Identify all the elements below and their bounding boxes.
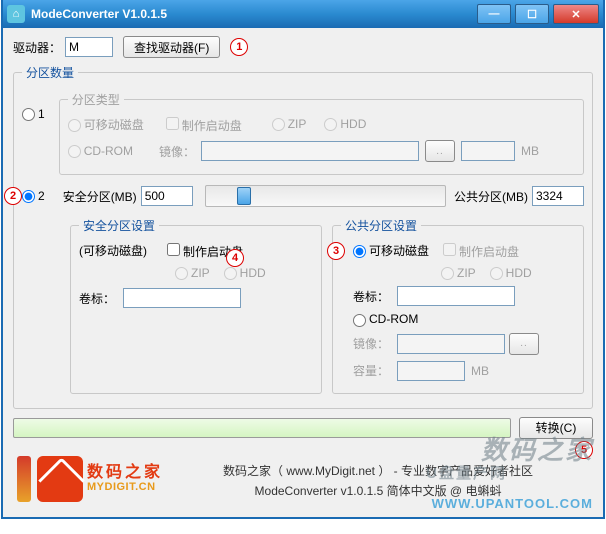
marker-2: 2: [4, 187, 22, 205]
driver-label: 驱动器：: [13, 39, 61, 56]
safe-removable-note: (可移动磁盘): [79, 242, 147, 259]
close-button[interactable]: ✕: [553, 4, 599, 24]
image-label: 镜像：: [159, 143, 195, 160]
pub-image-input: [397, 334, 505, 354]
pub-mb-label: MB: [471, 364, 489, 378]
marker-4: 4: [226, 249, 244, 267]
partition-count-legend: 分区数量: [22, 64, 78, 81]
safe-partition-settings: 安全分区设置 (可移动磁盘) 制作启动盘 ZIP HDD 卷标：: [70, 217, 322, 394]
radio-cdrom: CD-ROM: [68, 144, 133, 158]
safe-settings-legend: 安全分区设置: [79, 217, 159, 234]
window-title: ModeConverter V1.0.1.5: [31, 7, 477, 21]
public-partition-settings: 公共分区设置 3 可移动磁盘 制作启动盘 ZIP HDD 卷标：: [332, 217, 584, 394]
pub-hdd-radio: HDD: [490, 266, 532, 280]
marker-1: 1: [230, 38, 248, 56]
radio-zip: ZIP: [272, 117, 307, 131]
footer: 数码之家 MYDIGIT.CN 数码之家（ www.MyDigit.net ） …: [13, 445, 593, 511]
radio-1-partition[interactable]: 1: [22, 107, 45, 121]
pub-volume-input[interactable]: [397, 286, 515, 306]
pub-browse-button: ..: [509, 333, 539, 355]
credit-line-2: ModeConverter v1.0.1.5 简体中文版 @ 电蝌蚪: [167, 481, 589, 501]
credits: 数码之家（ www.MyDigit.net ） - 专业数字产品爱好者社区 Mo…: [167, 451, 589, 507]
partition-type-group: 分区类型 可移动磁盘 制作启动盘 ZIP HDD CD-ROM 镜像：: [59, 91, 584, 175]
browse-button: ..: [425, 140, 455, 162]
pub-volume-label: 卷标：: [353, 288, 389, 305]
pub-capacity-input: [397, 361, 465, 381]
partition-type-legend: 分区类型: [68, 91, 124, 108]
client-area: 驱动器： 查找驱动器(F) 1 分区数量 1 分区类型 可移动磁盘 制作启动盘: [3, 28, 603, 517]
radio-removable: 可移动磁盘: [68, 116, 144, 133]
safe-volume-input[interactable]: [123, 288, 241, 308]
titlebar: ⌂ ModeConverter V1.0.1.5 — ☐ ✕: [3, 0, 603, 28]
public-settings-legend: 公共分区设置: [341, 217, 421, 234]
check-bootdisk: 制作启动盘: [162, 114, 242, 134]
pub-capacity-label: 容量：: [353, 362, 389, 379]
app-window: ⌂ ModeConverter V1.0.1.5 — ☐ ✕ 驱动器： 查找驱动…: [1, 0, 605, 519]
logo: 数码之家 MYDIGIT.CN: [17, 451, 167, 507]
pub-removable-radio[interactable]: 可移动磁盘: [353, 242, 429, 259]
firecracker-icon: [17, 456, 31, 502]
image-size-input: [461, 141, 515, 161]
partition-slider[interactable]: [205, 185, 446, 207]
app-icon: ⌂: [7, 5, 25, 23]
mb-label: MB: [521, 144, 539, 158]
safe-volume-label: 卷标：: [79, 290, 115, 307]
safe-size-label: 安全分区(MB): [63, 188, 137, 205]
pub-image-label: 镜像：: [353, 335, 389, 352]
radio-2-partitions[interactable]: 2: [22, 189, 45, 203]
safe-hdd-radio: HDD: [224, 266, 266, 280]
marker-3: 3: [327, 242, 345, 260]
logo-en: MYDIGIT.CN: [87, 481, 163, 493]
pub-cdrom-radio[interactable]: CD-ROM: [353, 312, 418, 326]
pub-zip-radio: ZIP: [441, 266, 476, 280]
pub-bootdisk-check: 制作启动盘: [439, 240, 519, 260]
credit-line-1: 数码之家（ www.MyDigit.net ） - 专业数字产品爱好者社区: [167, 461, 589, 481]
safe-zip-radio: ZIP: [175, 266, 210, 280]
safe-size-input[interactable]: [141, 186, 193, 206]
convert-button[interactable]: 转换(C): [519, 417, 593, 439]
minimize-button[interactable]: —: [477, 4, 511, 24]
find-driver-button[interactable]: 查找驱动器(F): [123, 36, 220, 58]
logo-cn: 数码之家: [87, 464, 163, 482]
partition-count-group: 分区数量 1 分区类型 可移动磁盘 制作启动盘 ZIP HDD: [13, 64, 593, 409]
image-path-input: [201, 141, 419, 161]
slider-thumb[interactable]: [237, 187, 251, 205]
public-size-label: 公共分区(MB): [454, 188, 528, 205]
radio-hdd: HDD: [324, 117, 366, 131]
driver-row: 驱动器： 查找驱动器(F) 1: [13, 36, 593, 58]
public-size-input[interactable]: [532, 186, 584, 206]
maximize-button[interactable]: ☐: [515, 4, 549, 24]
driver-input[interactable]: [65, 37, 113, 57]
progress-bar: [13, 418, 511, 438]
house-icon: [37, 456, 83, 502]
